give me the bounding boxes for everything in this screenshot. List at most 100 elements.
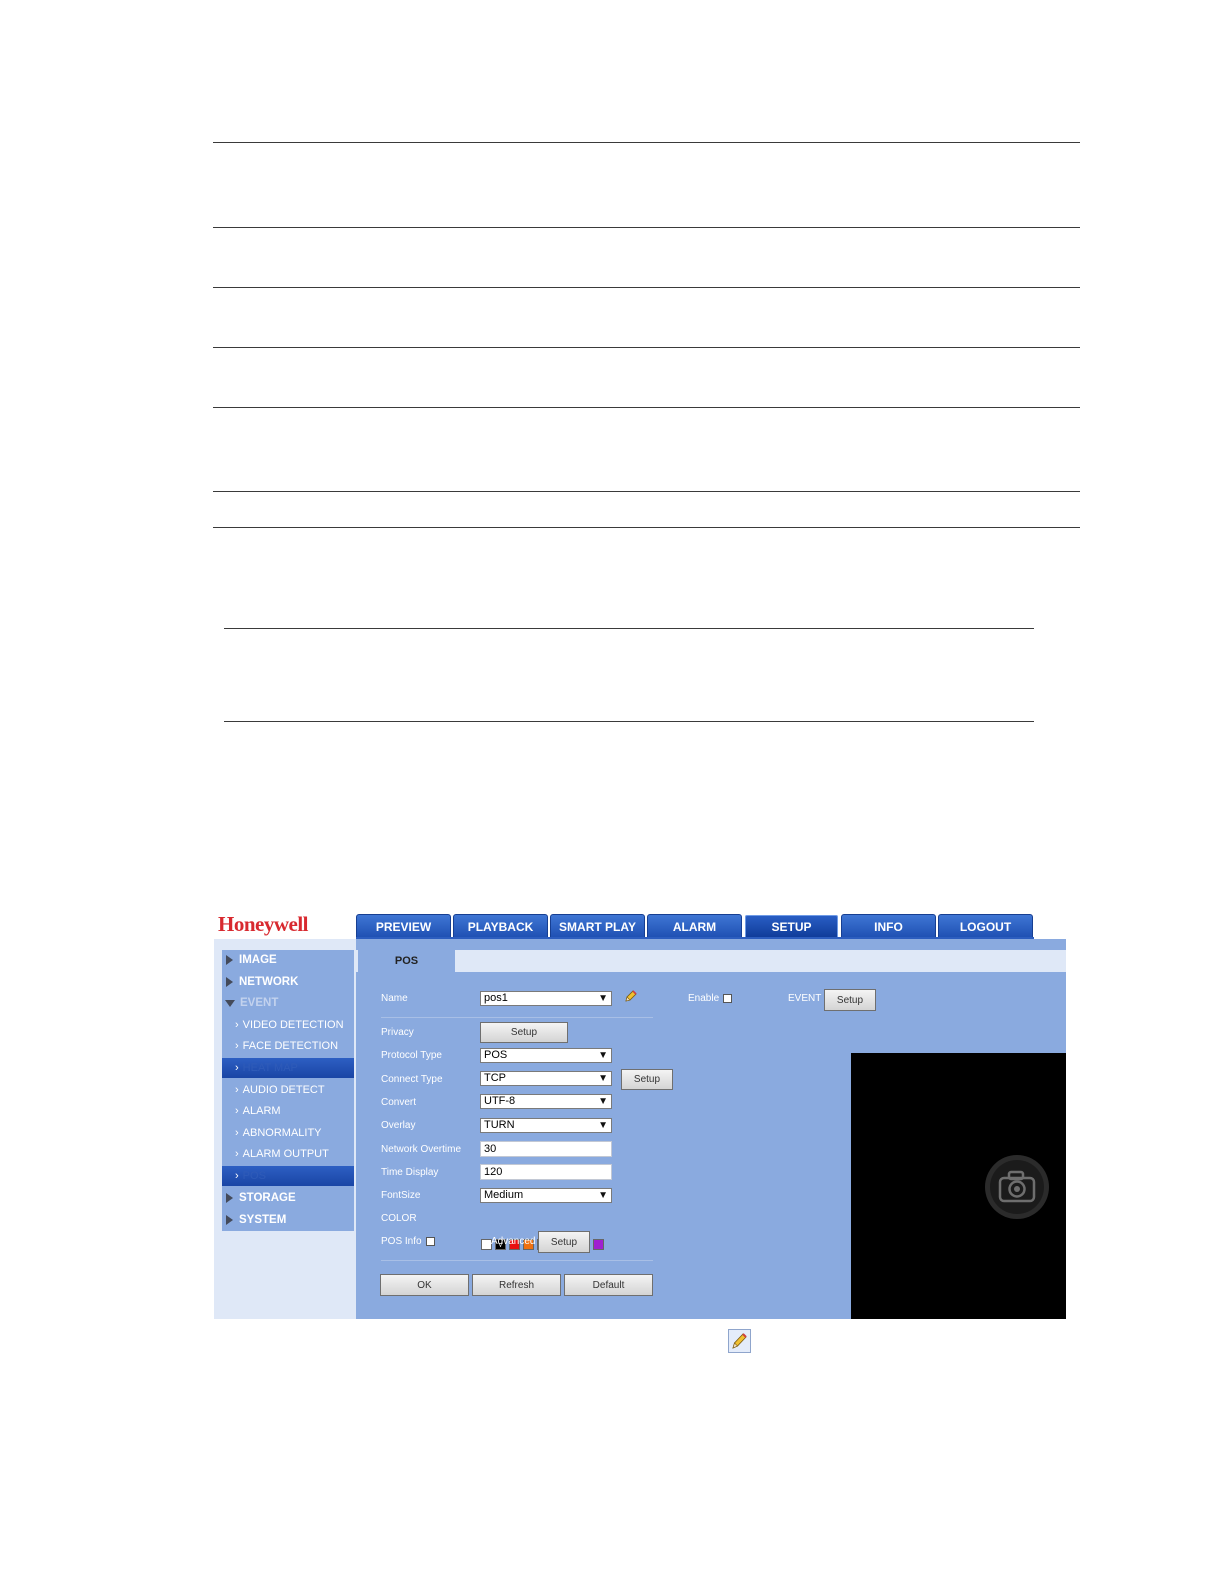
- pos-info-label: POS Info: [381, 1236, 422, 1247]
- sidebar-item-label: SYSTEM: [239, 1214, 287, 1226]
- divider-line: [224, 721, 1034, 722]
- chevron-down-icon: ▼: [598, 1073, 608, 1084]
- advanced-label: Advanced: [491, 1236, 536, 1247]
- sidebar-item-network[interactable]: NETWORK: [222, 972, 354, 992]
- sub-tab-bar: POS: [356, 950, 1066, 972]
- sidebar-item-alarm-output[interactable]: › ALARM OUTPUT: [222, 1144, 354, 1164]
- tab-smart-play[interactable]: SMART PLAY: [550, 914, 645, 939]
- advanced-setup-button[interactable]: Setup: [538, 1231, 590, 1253]
- network-overtime-input[interactable]: 30: [480, 1141, 612, 1157]
- pos-info-checkbox[interactable]: [426, 1237, 435, 1246]
- overlay-label: Overlay: [381, 1120, 416, 1131]
- refresh-button[interactable]: Refresh: [472, 1274, 561, 1296]
- sidebar-item-label: NETWORK: [239, 976, 299, 988]
- section-separator: [381, 1017, 653, 1018]
- event-label: EVENT: [788, 993, 822, 1004]
- tab-preview[interactable]: PREVIEW: [356, 914, 451, 939]
- name-label: Name: [381, 993, 408, 1004]
- sidebar-item-label: VIDEO DETECTION: [242, 1019, 344, 1031]
- convert-select[interactable]: UTF-8 ▼: [480, 1094, 612, 1109]
- connect-setup-button[interactable]: Setup: [621, 1069, 673, 1090]
- name-select[interactable]: pos1 ▼: [480, 991, 612, 1006]
- sidebar-nav: IMAGE NETWORK EVENT › VIDEO DETECTION › …: [222, 950, 354, 1231]
- sidebar-item-label: ABNORMALITY: [242, 1127, 322, 1139]
- overlay-select[interactable]: TURN ▼: [480, 1118, 612, 1133]
- sidebar-item-label: HEAT MAP: [242, 1062, 298, 1074]
- sidebar-item-face-detection[interactable]: › FACE DETECTION: [222, 1036, 354, 1056]
- divider-line: [213, 407, 1080, 408]
- sidebar-item-audio-detect[interactable]: › AUDIO DETECT: [222, 1080, 354, 1100]
- sidebar-item-storage[interactable]: STORAGE: [222, 1188, 354, 1208]
- tab-setup[interactable]: SETUP: [744, 914, 839, 939]
- default-button[interactable]: Default: [564, 1274, 653, 1296]
- collapse-arrow-icon: [225, 999, 235, 1007]
- sidebar-item-video-detection[interactable]: › VIDEO DETECTION: [222, 1015, 354, 1035]
- pencil-edit-icon[interactable]: [624, 989, 638, 1003]
- divider-line: [213, 142, 1080, 143]
- ok-button[interactable]: OK: [380, 1274, 469, 1296]
- sidebar-item-label: IMAGE: [239, 954, 277, 966]
- chevron-down-icon: ▼: [598, 1120, 608, 1131]
- event-setup-button[interactable]: Setup: [824, 989, 876, 1011]
- sidebar-item-label: ALARM: [242, 1105, 281, 1117]
- time-display-label: Time Display: [381, 1167, 439, 1178]
- protocol-type-select[interactable]: POS ▼: [480, 1048, 612, 1063]
- tab-pos[interactable]: POS: [358, 950, 455, 972]
- fontsize-label: FontSize: [381, 1190, 421, 1201]
- chevron-right-icon: ›: [235, 1127, 239, 1139]
- pencil-edit-icon: [728, 1329, 751, 1353]
- sidebar-item-heat-map[interactable]: › HEAT MAP: [222, 1058, 354, 1078]
- convert-value: UTF-8: [484, 1095, 516, 1107]
- protocol-type-label: Protocol Type: [381, 1050, 442, 1061]
- expand-arrow-icon: [226, 1215, 233, 1225]
- connect-type-value: TCP: [484, 1072, 506, 1084]
- sidebar-item-label: STORAGE: [239, 1192, 296, 1204]
- divider-line: [213, 227, 1080, 228]
- protocol-type-value: POS: [484, 1049, 508, 1061]
- sidebar-item-image[interactable]: IMAGE: [222, 950, 354, 970]
- privacy-label: Privacy: [381, 1027, 414, 1038]
- expand-arrow-icon: [226, 1193, 233, 1203]
- fontsize-select[interactable]: Medium ▼: [480, 1188, 612, 1203]
- chevron-right-icon: ›: [235, 1084, 239, 1096]
- sidebar: IMAGE NETWORK EVENT › VIDEO DETECTION › …: [214, 939, 356, 1319]
- connect-type-select[interactable]: TCP ▼: [480, 1071, 612, 1086]
- chevron-right-icon: ›: [235, 1148, 239, 1160]
- divider-line: [213, 287, 1080, 288]
- privacy-setup-button[interactable]: Setup: [480, 1022, 568, 1043]
- tab-logout[interactable]: LOGOUT: [938, 914, 1033, 939]
- camera-icon: [985, 1155, 1049, 1219]
- overlay-value: TURN: [484, 1119, 515, 1131]
- network-overtime-label: Network Overtime: [381, 1144, 462, 1155]
- divider-line: [213, 527, 1080, 528]
- tab-info[interactable]: INFO: [841, 914, 936, 939]
- divider-line: [224, 628, 1034, 629]
- time-display-input[interactable]: 120: [480, 1164, 612, 1180]
- expand-arrow-icon: [226, 977, 233, 987]
- sidebar-item-label: EVENT: [240, 997, 279, 1009]
- connect-type-label: Connect Type: [381, 1074, 443, 1085]
- chevron-right-icon: ›: [235, 1040, 239, 1052]
- sidebar-item-label: FACE DETECTION: [242, 1040, 339, 1052]
- tab-alarm[interactable]: ALARM: [647, 914, 742, 939]
- name-select-value: pos1: [484, 992, 508, 1004]
- sidebar-item-alarm[interactable]: › ALARM: [222, 1101, 354, 1121]
- sidebar-item-abnormality[interactable]: › ABNORMALITY: [222, 1123, 354, 1143]
- chevron-right-icon: ›: [235, 1105, 239, 1117]
- pos-setup-screenshot: Honeywell PREVIEW PLAYBACK SMART PLAY AL…: [214, 911, 1066, 1319]
- expand-arrow-icon: [226, 955, 233, 965]
- enable-checkbox[interactable]: [723, 994, 732, 1003]
- enable-label: Enable: [688, 993, 720, 1004]
- sidebar-item-event[interactable]: EVENT: [222, 993, 354, 1013]
- divider-line: [213, 491, 1080, 492]
- sidebar-item-system[interactable]: SYSTEM: [222, 1210, 354, 1230]
- divider-line: [213, 347, 1080, 348]
- color-swatch-purple[interactable]: [593, 1239, 604, 1250]
- tab-playback[interactable]: PLAYBACK: [453, 914, 548, 939]
- sidebar-item-pos[interactable]: › POS: [222, 1166, 354, 1186]
- chevron-down-icon: ▼: [598, 1190, 608, 1201]
- fontsize-value: Medium: [484, 1189, 524, 1201]
- sidebar-item-label: POS: [242, 1170, 266, 1182]
- color-label: COLOR: [381, 1213, 417, 1224]
- honeywell-logo: Honeywell: [218, 912, 309, 936]
